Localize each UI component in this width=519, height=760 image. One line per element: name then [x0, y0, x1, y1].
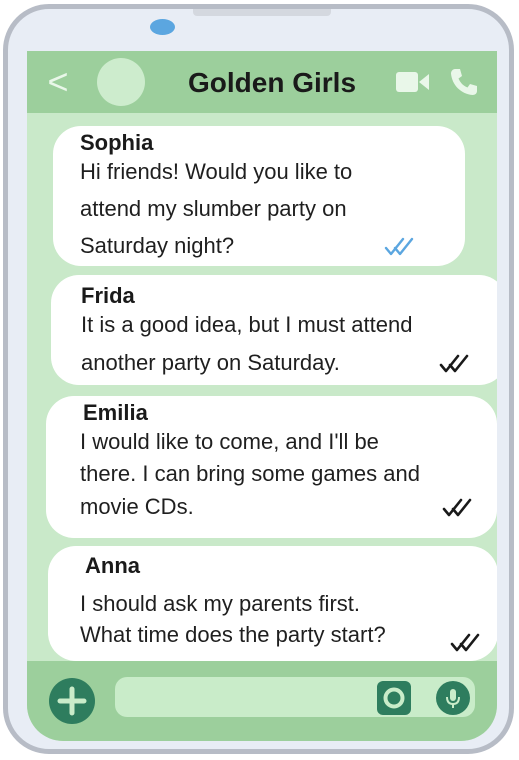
message-sender: Sophia [80, 130, 154, 155]
double-check-icon [439, 354, 469, 373]
attach-button[interactable] [49, 678, 95, 724]
message-input[interactable] [115, 677, 475, 717]
message-line: attend my slumber party on [80, 196, 347, 221]
message-line: Saturday night? [80, 233, 235, 258]
composer-bar [27, 661, 497, 741]
message-line: What time does the party start? [80, 622, 386, 647]
microphone-button[interactable] [436, 681, 470, 715]
video-call-button[interactable] [395, 67, 431, 97]
message-bubble: Frida It is a good idea, but I must atte… [51, 275, 497, 385]
chat-screen: < Golden Girls Sophia Hi friends! Would … [27, 51, 497, 741]
message-line: I would like to come, and I'll be [80, 429, 379, 454]
message-bubble: Sophia Hi friends! Would you like to att… [53, 126, 465, 266]
message-sender: Anna [85, 553, 140, 578]
camera-icon [383, 687, 405, 709]
message-line: movie CDs. [80, 494, 194, 519]
message-bubble: Emilia I would like to come, and I'll be… [46, 396, 497, 538]
message-line: another party on Saturday. [81, 350, 340, 375]
chat-header: < Golden Girls [27, 51, 497, 113]
video-camera-icon [396, 72, 429, 92]
message-line: It is a good idea, but I must attend [81, 312, 413, 337]
message-line: there. I can bring some games and [80, 461, 420, 486]
message-line: Hi friends! Would you like to [80, 159, 353, 184]
phone-icon [451, 69, 477, 95]
double-check-icon [442, 498, 472, 517]
message-bubble: Anna I should ask my parents first. What… [48, 546, 497, 661]
message-line: I should ask my parents first. [80, 591, 360, 616]
message-list: Sophia Hi friends! Would you like to att… [27, 113, 497, 661]
front-camera [150, 19, 175, 35]
back-button[interactable]: < [41, 62, 75, 102]
double-check-icon [384, 237, 414, 256]
double-check-icon [450, 633, 480, 652]
plus-icon [57, 686, 87, 716]
camera-button[interactable] [377, 681, 411, 715]
message-sender: Frida [81, 283, 135, 308]
microphone-icon [446, 689, 460, 708]
chat-title: Golden Girls [187, 67, 357, 98]
message-sender: Emilia [83, 400, 148, 425]
speaker-notch [193, 9, 331, 16]
chevron-left-icon: < [47, 61, 69, 102]
avatar[interactable] [97, 58, 145, 106]
voice-call-button[interactable] [448, 66, 480, 98]
